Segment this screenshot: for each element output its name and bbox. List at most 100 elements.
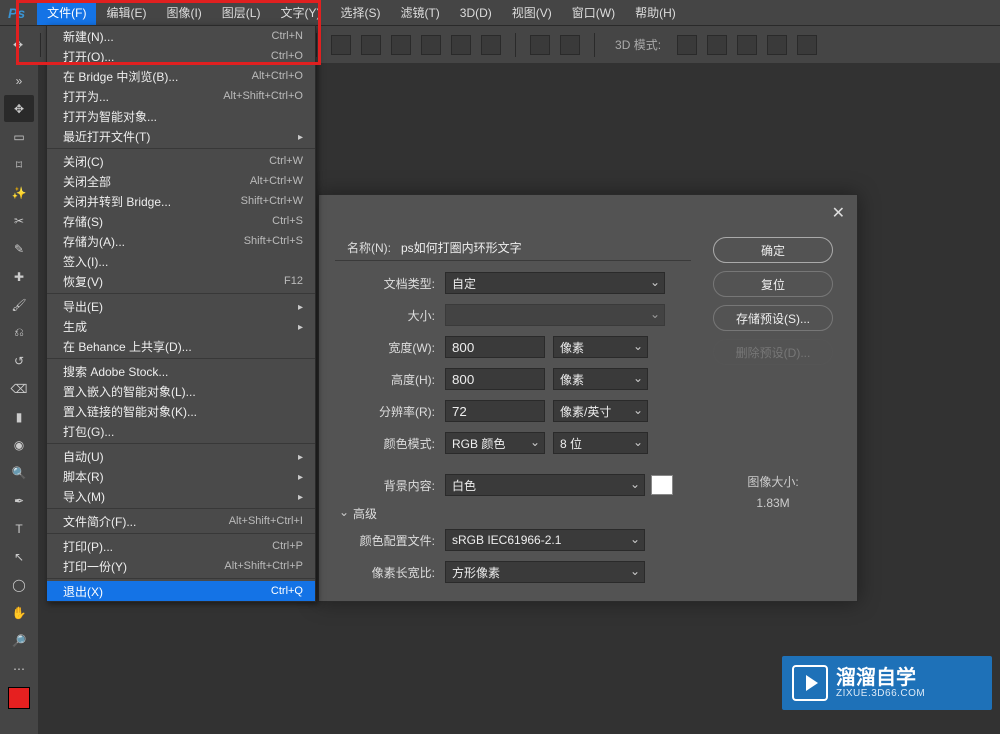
menu-select[interactable]: 选择(S) <box>330 0 390 25</box>
file-menu-item[interactable]: 关闭并转到 Bridge...Shift+Ctrl+W <box>47 191 315 211</box>
menu-view[interactable]: 视图(V) <box>502 0 562 25</box>
menu-help[interactable]: 帮助(H) <box>625 0 686 25</box>
file-menu-item[interactable]: 存储(S)Ctrl+S <box>47 211 315 231</box>
hand-tool-icon[interactable]: ✋ <box>4 599 34 626</box>
file-menu-item[interactable]: 签入(I)... <box>47 251 315 271</box>
name-value[interactable]: ps如何打圈内环形文字 <box>401 239 522 256</box>
height-unit-select[interactable]: 像素 <box>553 368 648 390</box>
res-label: 分辨率(R): <box>335 403 445 420</box>
advanced-section[interactable]: 高级 <box>353 505 691 522</box>
menu-image[interactable]: 图像(I) <box>156 0 211 25</box>
dist-btn-6[interactable] <box>481 35 501 55</box>
file-menu-item[interactable]: 导入(M) <box>47 486 315 506</box>
cancel-button[interactable]: 复位 <box>713 271 833 297</box>
eraser-tool-icon[interactable]: ⌫ <box>4 375 34 402</box>
file-menu-item[interactable]: 生成 <box>47 316 315 336</box>
bg-select[interactable]: 白色 <box>445 474 645 496</box>
mode3d-5[interactable] <box>797 35 817 55</box>
zoom-tool-icon[interactable]: 🔎 <box>4 627 34 654</box>
file-menu-item[interactable]: 打开(O)...Ctrl+O <box>47 46 315 66</box>
file-menu-item[interactable]: 存储为(A)...Shift+Ctrl+S <box>47 231 315 251</box>
menu-layer[interactable]: 图层(L) <box>212 0 271 25</box>
width-unit-select[interactable]: 像素 <box>553 336 648 358</box>
aspect-select[interactable]: 方形像素 <box>445 561 645 583</box>
file-menu-item[interactable]: 恢复(V)F12 <box>47 271 315 291</box>
file-menu-item[interactable]: 打包(G)... <box>47 421 315 441</box>
gradient-tool-icon[interactable]: ▮ <box>4 403 34 430</box>
menu-edit[interactable]: 编辑(E) <box>96 0 156 25</box>
bg-label: 背景内容: <box>335 477 445 494</box>
profile-select[interactable]: sRGB IEC61966-2.1 <box>445 529 645 551</box>
mode3d-2[interactable] <box>707 35 727 55</box>
color-depth-select[interactable]: 8 位 <box>553 432 648 454</box>
mode3d-4[interactable] <box>767 35 787 55</box>
width-input[interactable] <box>445 336 545 358</box>
mode3d-3[interactable] <box>737 35 757 55</box>
menu-filter[interactable]: 滤镜(T) <box>390 0 449 25</box>
color-mode-select[interactable]: RGB 颜色 <box>445 432 545 454</box>
lasso-tool-icon[interactable]: ⌑ <box>4 151 34 178</box>
stamp-tool-icon[interactable]: ⎌ <box>4 319 34 346</box>
file-menu-item[interactable]: 打印(P)...Ctrl+P <box>47 536 315 556</box>
crop-tool-icon[interactable]: ✂ <box>4 207 34 234</box>
panel-collapse-icon[interactable]: » <box>4 67 34 94</box>
dist-btn-5[interactable] <box>451 35 471 55</box>
path-select-tool-icon[interactable]: ↖ <box>4 543 34 570</box>
menu-file[interactable]: 文件(F) <box>37 0 96 25</box>
file-menu-item[interactable]: 打开为...Alt+Shift+Ctrl+O <box>47 86 315 106</box>
menu-3d[interactable]: 3D(D) <box>450 2 502 24</box>
file-menu-item[interactable]: 在 Bridge 中浏览(B)...Alt+Ctrl+O <box>47 66 315 86</box>
res-unit-select[interactable]: 像素/英寸 <box>553 400 648 422</box>
file-menu-item[interactable]: 在 Behance 上共享(D)... <box>47 336 315 356</box>
size-label: 大小: <box>335 307 445 324</box>
ellipse-tool-icon[interactable]: ◯ <box>4 571 34 598</box>
res-input[interactable] <box>445 400 545 422</box>
app-logo: Ps <box>8 5 25 21</box>
size-select[interactable] <box>445 304 665 326</box>
file-menu-item[interactable]: 置入链接的智能对象(K)... <box>47 401 315 421</box>
ok-button[interactable]: 确定 <box>713 237 833 263</box>
delete-preset-button: 删除预设(D)... <box>713 339 833 365</box>
type-tool-icon[interactable]: T <box>4 515 34 542</box>
doc-type-select[interactable]: 自定 <box>445 272 665 294</box>
move-tool-icon[interactable]: ✥ <box>4 95 34 122</box>
eyedropper-tool-icon[interactable]: ✎ <box>4 235 34 262</box>
file-menu-item[interactable]: 退出(X)Ctrl+Q <box>47 581 315 601</box>
menu-window[interactable]: 窗口(W) <box>562 0 625 25</box>
move-tool-icon[interactable]: ✥ <box>10 37 26 53</box>
file-menu-item[interactable]: 搜索 Adobe Stock... <box>47 361 315 381</box>
bg-color-chip[interactable] <box>651 475 673 495</box>
dist-btn-1[interactable] <box>331 35 351 55</box>
heal-tool-icon[interactable]: ✚ <box>4 263 34 290</box>
file-menu-item[interactable]: 打开为智能对象... <box>47 106 315 126</box>
dodge-tool-icon[interactable]: 🔍 <box>4 459 34 486</box>
pen-tool-icon[interactable]: ✒ <box>4 487 34 514</box>
file-menu-item[interactable]: 导出(E) <box>47 296 315 316</box>
file-menu-item[interactable]: 打印一份(Y)Alt+Shift+Ctrl+P <box>47 556 315 576</box>
edit-toolbar-icon[interactable]: ⋯ <box>4 655 34 682</box>
brush-tool-icon[interactable]: 🖌 <box>4 291 34 318</box>
file-menu-item[interactable]: 关闭(C)Ctrl+W <box>47 151 315 171</box>
marquee-tool-icon[interactable]: ▭ <box>4 123 34 150</box>
dist-spacing-1[interactable] <box>530 35 550 55</box>
file-menu-item[interactable]: 新建(N)...Ctrl+N <box>47 26 315 46</box>
file-menu-item[interactable]: 自动(U) <box>47 446 315 466</box>
dist-btn-2[interactable] <box>361 35 381 55</box>
dist-btn-3[interactable] <box>391 35 411 55</box>
magic-wand-tool-icon[interactable]: ✨ <box>4 179 34 206</box>
foreground-color[interactable] <box>8 687 30 709</box>
file-menu-item[interactable]: 文件简介(F)...Alt+Shift+Ctrl+I <box>47 511 315 531</box>
height-input[interactable] <box>445 368 545 390</box>
file-menu-item[interactable]: 最近打开文件(T) <box>47 126 315 146</box>
dist-btn-4[interactable] <box>421 35 441 55</box>
save-preset-button[interactable]: 存储预设(S)... <box>713 305 833 331</box>
file-menu-item[interactable]: 关闭全部Alt+Ctrl+W <box>47 171 315 191</box>
history-brush-tool-icon[interactable]: ↺ <box>4 347 34 374</box>
blur-tool-icon[interactable]: ◉ <box>4 431 34 458</box>
file-menu-item[interactable]: 置入嵌入的智能对象(L)... <box>47 381 315 401</box>
dist-spacing-2[interactable] <box>560 35 580 55</box>
file-menu-item[interactable]: 脚本(R) <box>47 466 315 486</box>
close-icon[interactable]: ✕ <box>832 203 845 223</box>
mode3d-1[interactable] <box>677 35 697 55</box>
menu-type[interactable]: 文字(Y) <box>270 0 330 25</box>
